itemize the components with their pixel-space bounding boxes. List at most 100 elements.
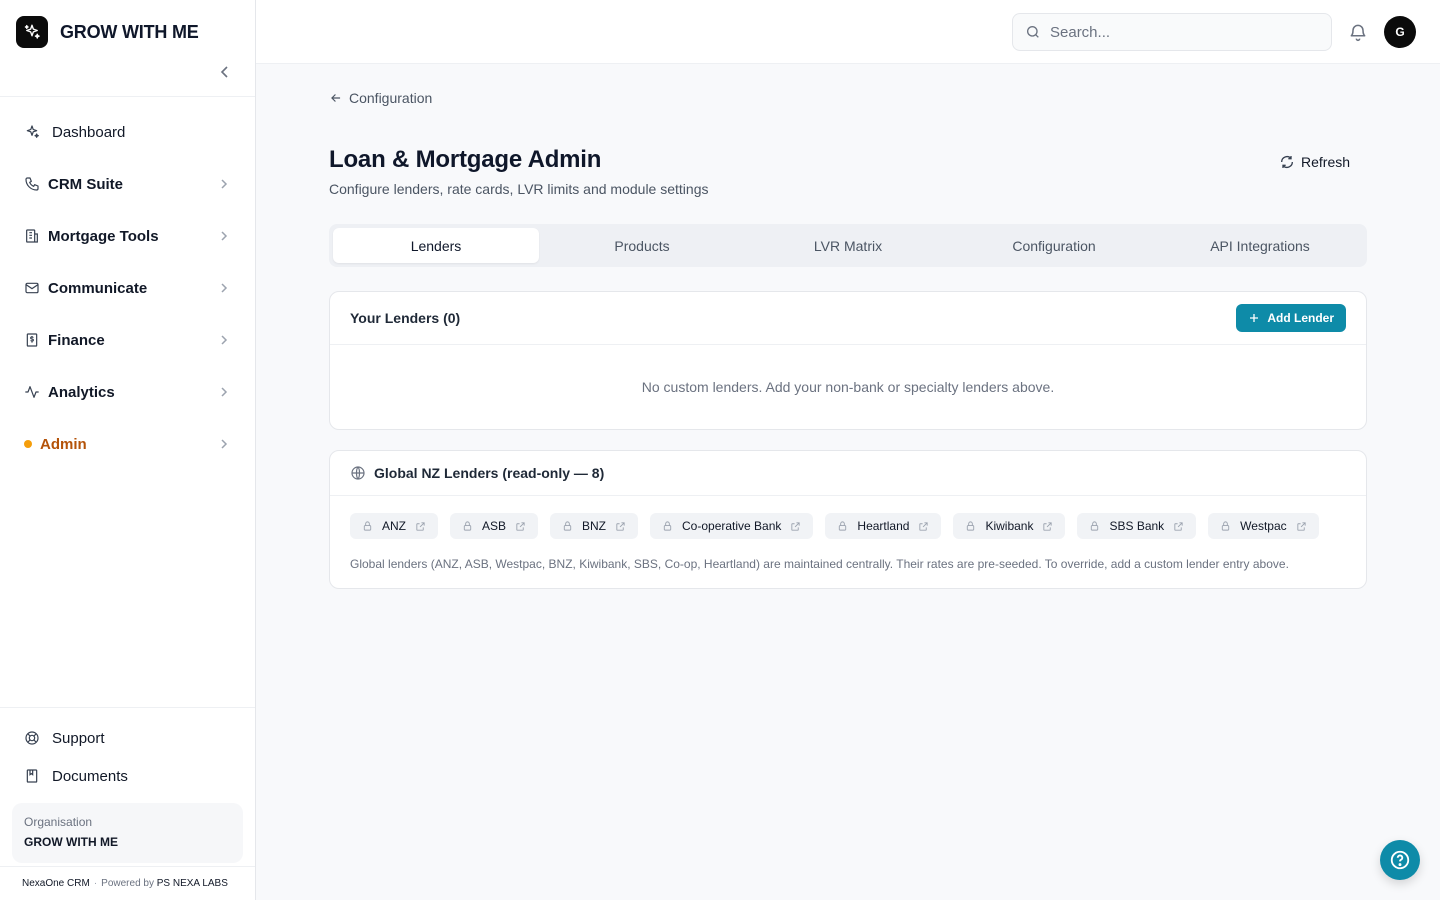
sidebar-item-crm-suite[interactable]: CRM Suite [0,158,255,210]
back-link-label: Configuration [349,90,433,106]
brand[interactable]: GROW WITH ME [0,0,255,64]
lock-icon [662,520,673,532]
building-icon [24,228,40,244]
chevron-right-icon [219,229,229,243]
tab-lvr-matrix[interactable]: LVR Matrix [745,228,951,263]
sidebar-item-mortgage-tools[interactable]: Mortgage Tools [0,210,255,262]
card-header: Your Lenders (0) Add Lender [330,292,1366,345]
lender-chip[interactable]: ANZ [350,513,438,539]
sidebar-item-admin[interactable]: Admin [0,418,255,470]
sidebar-item-label: Communicate [48,279,148,297]
mail-icon [24,280,40,296]
avatar[interactable]: G [1384,16,1416,48]
sidebar-item-label: Documents [52,767,128,785]
lender-chip[interactable]: ASB [450,513,539,539]
bell-icon[interactable] [1348,22,1368,42]
arrow-left-icon [329,91,343,105]
lock-icon [1220,520,1231,532]
your-lenders-card: Your Lenders (0) Add Lender No custom le… [329,291,1367,430]
organisation-label: Organisation [24,815,93,829]
add-lender-button[interactable]: Add Lender [1236,304,1346,332]
sidebar-item-support[interactable]: Support [0,719,255,757]
lender-name: ANZ [382,519,406,533]
card-header: Global NZ Lenders (read-only — 8) [330,451,1366,496]
global-lenders-card: Global NZ Lenders (read-only — 8) ANZ ASB… [329,450,1367,589]
tab-configuration[interactable]: Configuration [951,228,1157,263]
lender-name: ASB [482,519,507,533]
sidebar-item-label: Finance [48,331,105,349]
topbar: G [256,0,1440,64]
organisation-card[interactable]: Organisation GROW WITH ME [12,803,243,863]
empty-state: No custom lenders. Add your non-bank or … [641,379,1055,395]
external-link-icon[interactable] [415,521,426,532]
search-icon [1025,24,1041,40]
external-link-icon[interactable] [1042,521,1053,532]
lender-name: BNZ [582,519,607,533]
tab-lenders[interactable]: Lenders [333,228,539,263]
lender-name: SBS Bank [1109,519,1165,533]
lock-icon [837,520,848,532]
receipt-icon [24,332,40,348]
lifebuoy-icon [24,730,40,746]
sidebar-item-dashboard[interactable]: Dashboard [0,106,255,158]
collapse-row [0,64,255,97]
chevron-right-icon [219,437,229,451]
sidebar-item-label: Analytics [48,383,115,401]
lender-chip[interactable]: SBS Bank [1077,513,1197,539]
chevron-right-icon [219,177,229,191]
tab-api-integrations[interactable]: API Integrations [1157,228,1363,263]
activity-icon [24,384,40,400]
sidebar-item-documents[interactable]: Documents [0,757,255,795]
search-box[interactable] [1012,13,1332,51]
product-name: NexaOne CRM [22,878,90,889]
phone-icon [24,176,40,192]
lender-chip[interactable]: Westpac [1208,513,1319,539]
sidebar-item-label: Admin [40,435,87,453]
tab-products[interactable]: Products [539,228,745,263]
add-lender-label: Add Lender [1267,311,1334,325]
external-link-icon[interactable] [790,521,801,532]
external-link-icon[interactable] [918,521,929,532]
lender-chip[interactable]: BNZ [550,513,639,539]
lock-icon [362,520,373,532]
lock-icon [965,520,976,532]
your-lenders-title: Your Lenders (0) [350,310,461,326]
external-link-icon[interactable] [615,521,626,532]
chevron-right-icon [219,333,229,347]
back-link[interactable]: Configuration [329,90,432,106]
global-lenders-note: Global lenders (ANZ, ASB, Westpac, BNZ, … [350,557,1289,571]
sparkles-logo-icon [16,16,48,48]
lender-chips: ANZ ASB BNZ Co-operative Bank Heartland Kiwib… [330,496,1366,539]
powered-label: Powered by [101,878,154,889]
lender-chip[interactable]: Co-operative Bank [650,513,814,539]
refresh-label: Refresh [1301,154,1351,170]
sidebar-item-label: Mortgage Tools [48,227,159,245]
external-link-icon[interactable] [515,521,526,532]
separator: · [93,878,98,889]
chevron-left-icon[interactable] [217,64,233,80]
powered-by-footer: NexaOne CRM · Powered by PS NEXA LABS [0,866,255,900]
search-input[interactable] [1050,23,1310,41]
chevron-right-icon [219,385,229,399]
company-name: PS NEXA LABS [156,878,228,889]
external-link-icon[interactable] [1173,521,1184,532]
brand-name: GROW WITH ME [60,21,199,42]
sidebar-item-analytics[interactable]: Analytics [0,366,255,418]
refresh-button[interactable]: Refresh [1279,152,1350,172]
chevron-right-icon [219,281,229,295]
lender-chip[interactable]: Kiwibank [953,513,1066,539]
page-subtitle: Configure lenders, rate cards, LVR limit… [329,181,709,197]
lock-icon [1089,520,1100,532]
sidebar-item-communicate[interactable]: Communicate [0,262,255,314]
sparkles-icon [24,124,40,140]
help-circle-icon [1389,849,1411,871]
global-lenders-title: Global NZ Lenders (read-only — 8) [374,465,605,481]
lock-icon [562,520,573,532]
sidebar-item-finance[interactable]: Finance [0,314,255,366]
refresh-icon [1279,154,1295,170]
external-link-icon[interactable] [1296,521,1307,532]
sidebar: GROW WITH ME Dashboard CRM Suite Mortgag… [0,0,256,900]
help-button[interactable] [1380,840,1420,880]
lender-chip[interactable]: Heartland [825,513,942,539]
lock-icon [462,520,473,532]
